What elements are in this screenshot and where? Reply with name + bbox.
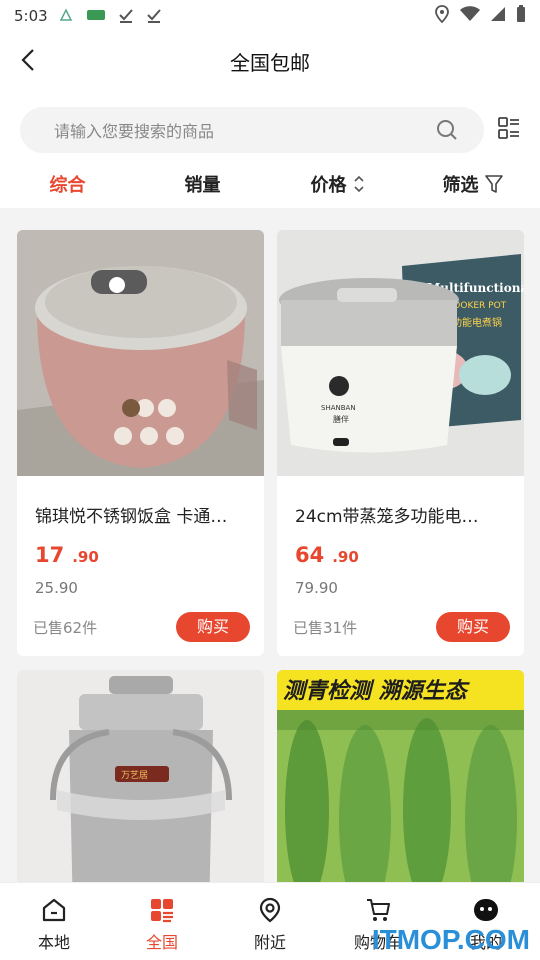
product-price: 17.90 (17, 543, 264, 567)
tab-local[interactable]: 本地 (0, 883, 108, 960)
status-right-icons (434, 5, 526, 27)
sort-tab-filter[interactable]: 筛选 (405, 171, 540, 197)
price-decimal: .90 (72, 548, 99, 566)
tab-label: 全国 (145, 933, 178, 952)
notification-icon (58, 7, 74, 26)
original-price: 79.90 (295, 579, 338, 597)
buy-button[interactable]: 购买 (176, 612, 250, 642)
sold-count: 已售62件 (33, 619, 98, 637)
nav-bar: 全国包邮 (0, 32, 540, 90)
search-icon[interactable] (436, 119, 458, 145)
watermark-text: ITMOP.COM (371, 924, 530, 955)
profile-icon (474, 899, 498, 921)
product-card[interactable]: 测青检测 溯源生态 (277, 670, 524, 882)
brand-text: SHANBAN (321, 404, 356, 412)
filter-icon (484, 175, 503, 193)
page-title: 全国包邮 (230, 50, 310, 75)
product-image: Multifunctional COOKER POT 多功能电煮锅 SHANBA… (277, 230, 524, 476)
buy-button[interactable]: 购买 (436, 612, 510, 642)
status-time: 5:03 (14, 7, 48, 25)
sold-count: 已售31件 (293, 619, 358, 637)
chevron-left-icon (21, 49, 34, 71)
sort-tab-label: 价格 (310, 175, 347, 196)
status-bar: 5:03 (0, 0, 540, 32)
back-button[interactable] (14, 44, 42, 76)
search-placeholder: 请输入您要搜索的商品 (54, 122, 215, 141)
sort-tab-sales[interactable]: 销量 (135, 171, 270, 197)
product-price: 64.90 (277, 543, 524, 567)
product-card[interactable]: Multifunctional COOKER POT 多功能电煮锅 SHANBA… (277, 230, 524, 656)
app-notification-icon (86, 8, 106, 25)
price-decimal: .90 (332, 548, 359, 566)
product-card[interactable]: 锦琪悦不锈钢饭盒 卡通… 17.90 25.90 已售62件 购买 (17, 230, 264, 656)
product-name: 锦琪悦不锈钢饭盒 卡通… (35, 507, 228, 527)
price-integer: 17 (35, 543, 65, 567)
battery-icon (516, 5, 526, 27)
sort-tab-label: 综合 (49, 175, 86, 196)
tab-label: 附近 (253, 933, 286, 952)
sort-tab-default[interactable]: 综合 (0, 171, 135, 197)
download-done-icon (118, 7, 134, 26)
wifi-icon (460, 6, 480, 26)
banner-text: 测青检测 溯源生态 (283, 678, 471, 704)
search-row: 请输入您要搜索的商品 (0, 90, 540, 160)
product-image: 万艺居 (17, 670, 264, 882)
home-icon (42, 898, 66, 922)
search-input[interactable]: 请输入您要搜索的商品 (20, 107, 484, 153)
product-name: 24cm带蒸笼多功能电… (295, 507, 479, 527)
location-status-icon (434, 5, 450, 27)
tab-label: 本地 (37, 933, 70, 952)
product-label-text: 万艺居 (121, 770, 148, 781)
price-integer: 64 (295, 543, 325, 567)
product-card[interactable]: 万艺居 (17, 670, 264, 882)
product-grid: 锦琪悦不锈钢饭盒 卡通… 17.90 25.90 已售62件 购买 Multif… (0, 208, 540, 882)
signal-icon (490, 6, 506, 26)
download-done-icon (146, 7, 162, 26)
cart-icon (367, 899, 390, 921)
sort-tab-label: 筛选 (442, 175, 479, 196)
tab-nearby[interactable]: 附近 (216, 883, 324, 960)
product-image: 测青检测 溯源生态 (277, 670, 524, 882)
sort-tab-label: 销量 (184, 175, 221, 196)
sort-arrows-icon (353, 175, 364, 193)
sort-tab-price[interactable]: 价格 (270, 171, 405, 197)
list-layout-toggle-icon[interactable] (498, 117, 520, 143)
product-image (17, 230, 264, 476)
sort-bar: 综合 销量 价格 筛选 (0, 160, 540, 208)
location-icon (259, 897, 281, 923)
brand-text-cn: 膳伴 (333, 414, 349, 424)
tab-nationwide[interactable]: 全国 (108, 883, 216, 960)
original-price: 25.90 (35, 579, 78, 597)
grid-icon (151, 899, 173, 923)
